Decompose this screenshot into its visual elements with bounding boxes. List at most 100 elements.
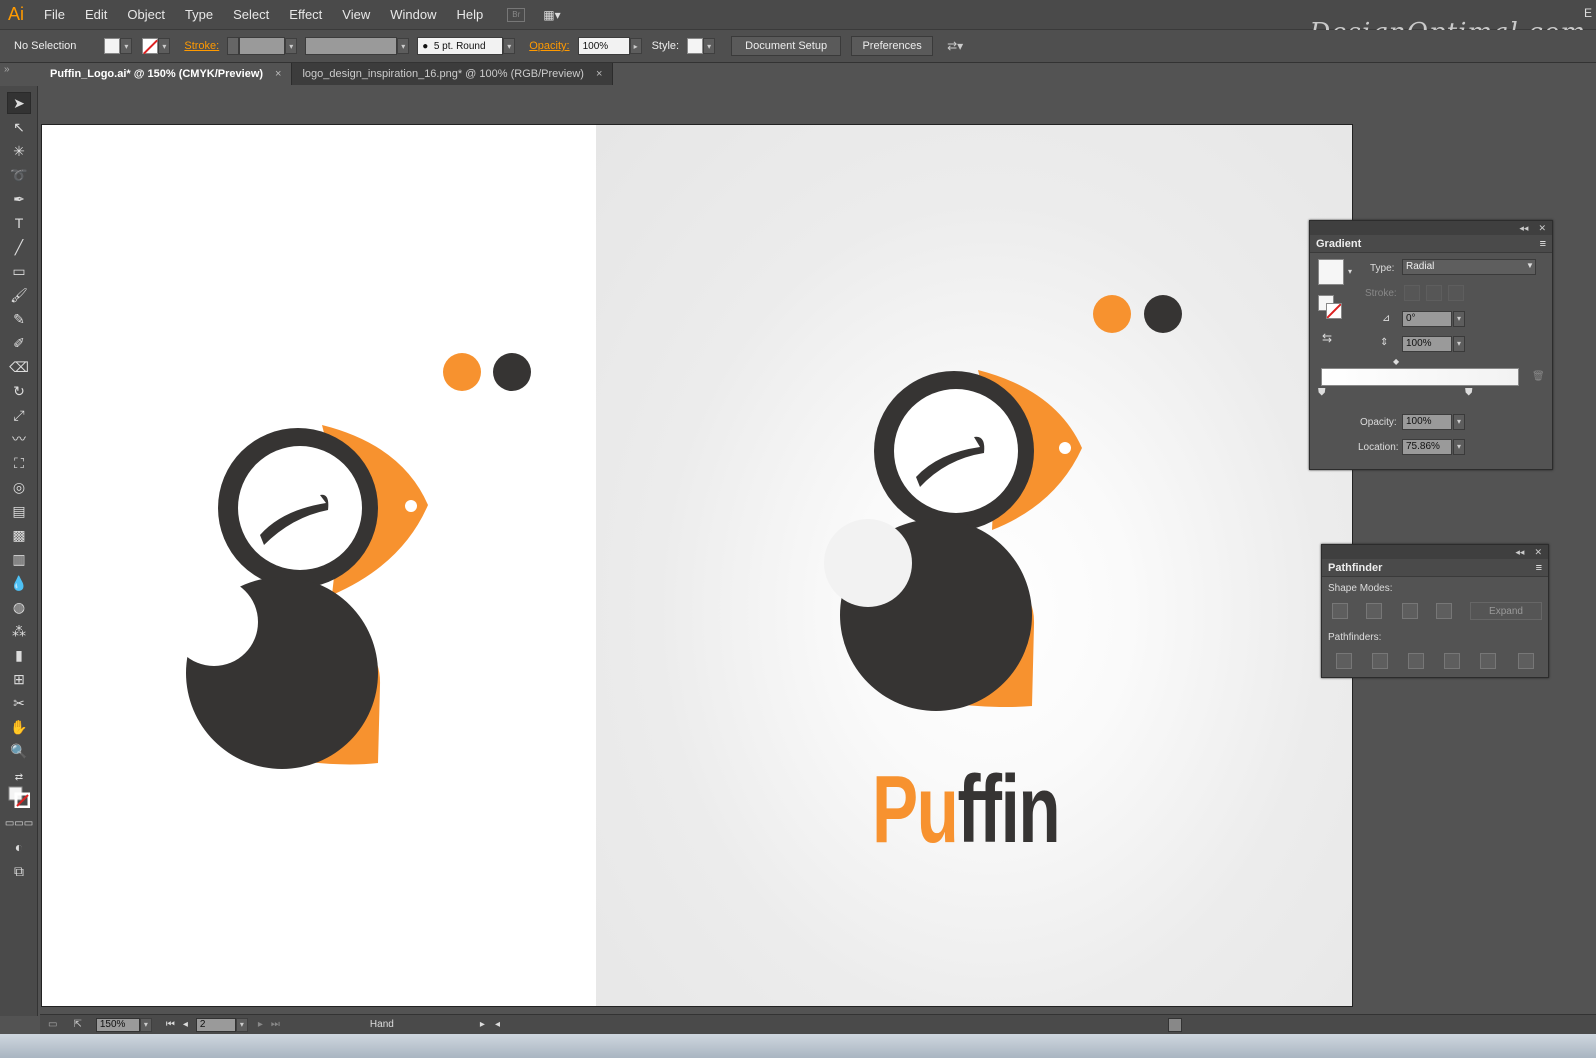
reverse-gradient-icon[interactable]: ⇆ — [1322, 331, 1332, 345]
zoom-field[interactable]: 150% — [95, 1017, 140, 1032]
tab-puffin-logo[interactable]: Puffin_Logo.ai* @ 150% (CMYK/Preview) × — [40, 63, 293, 85]
eyedropper-tool-icon[interactable]: 💧 — [7, 572, 31, 594]
mesh-tool-icon[interactable]: ▩ — [7, 524, 31, 546]
artboard-number-field[interactable]: 2 — [195, 1017, 236, 1032]
bridge-button[interactable]: Br — [507, 7, 526, 22]
close-icon[interactable]: ✕ — [1534, 547, 1542, 558]
menu-edit[interactable]: Edit — [75, 7, 117, 22]
gradient-tool-icon[interactable]: ▥ — [7, 548, 31, 570]
puffin-wordmark[interactable]: Puffin — [872, 755, 1061, 865]
blend-tool-icon[interactable]: ◍ — [7, 596, 31, 618]
gradient-slider[interactable] — [1321, 368, 1519, 386]
delete-stop-icon[interactable]: 🗑 — [1532, 371, 1545, 382]
selection-tool-icon[interactable]: ➤ — [7, 92, 31, 114]
opacity-field[interactable]: 100% — [1402, 414, 1452, 430]
trim-button[interactable] — [1372, 653, 1388, 669]
puffin-logo-right[interactable] — [596, 125, 1353, 1007]
merge-button[interactable] — [1408, 653, 1424, 669]
blob-brush-tool-icon[interactable]: ✐ — [7, 332, 31, 354]
minus-back-button[interactable] — [1518, 653, 1534, 669]
opacity-dropdown[interactable]: ▾ — [1453, 414, 1465, 430]
artboard-tool-icon[interactable]: ⊞ — [7, 668, 31, 690]
scroll-left-icon[interactable]: ◂ — [495, 1019, 500, 1030]
previous-artboard-icon[interactable]: ◂ — [183, 1019, 188, 1030]
outline-button[interactable] — [1480, 653, 1496, 669]
line-tool-icon[interactable]: ╱ — [7, 236, 31, 258]
menu-view[interactable]: View — [332, 7, 380, 22]
free-transform-tool-icon[interactable]: ⛶ — [7, 452, 31, 474]
location-field[interactable]: 75.86% — [1402, 439, 1452, 455]
type-tool-icon[interactable]: T — [7, 212, 31, 234]
document-setup-button[interactable]: Document Setup — [731, 36, 842, 56]
type-select[interactable]: Radial — [1402, 259, 1536, 275]
opacity-link[interactable]: Opacity: — [529, 40, 569, 52]
unite-button[interactable] — [1332, 603, 1348, 619]
scale-tool-icon[interactable]: ⤢ — [7, 404, 31, 426]
style-dropdown[interactable]: ▾ — [703, 38, 716, 54]
stroke-link[interactable]: Stroke: — [184, 40, 219, 52]
magic-wand-tool-icon[interactable]: ✳ — [7, 140, 31, 162]
stroke-across-button[interactable] — [1448, 285, 1464, 301]
menu-effect[interactable]: Effect — [279, 7, 332, 22]
brush-dropdown[interactable]: ▾ — [503, 38, 516, 54]
first-artboard-icon[interactable]: ⏮ — [166, 1019, 175, 1030]
gradient-panel-title[interactable]: Gradient — [1316, 238, 1361, 250]
last-artboard-icon[interactable]: ⏭ — [271, 1019, 280, 1030]
style-swatch[interactable] — [687, 38, 704, 54]
opacity-arrow[interactable]: ▸ — [629, 38, 642, 54]
symbol-sprayer-tool-icon[interactable]: ⁂ — [7, 620, 31, 642]
puffin-logo-left[interactable] — [42, 125, 596, 1007]
fill-stroke-icon[interactable] — [7, 786, 31, 808]
menu-select[interactable]: Select — [223, 7, 279, 22]
arrange-documents-icon[interactable]: ▦▾ — [543, 8, 560, 22]
divide-button[interactable] — [1336, 653, 1352, 669]
gradient-preview-swatch[interactable] — [1318, 259, 1344, 285]
stroke-box[interactable] — [1326, 303, 1342, 319]
angle-dropdown[interactable]: ▾ — [1453, 311, 1465, 327]
opacity-field[interactable]: 100% — [577, 37, 630, 55]
hand-tool-icon[interactable]: ✋ — [7, 716, 31, 738]
chevron-down-icon[interactable]: ▼ — [1526, 261, 1534, 270]
midpoint-diamond-icon[interactable]: ◆ — [1393, 357, 1399, 366]
draw-mode-icon[interactable]: ◐ — [7, 836, 31, 858]
brush-field[interactable]: ● 5 pt. Round — [417, 37, 504, 55]
warp-tool-icon[interactable]: 〰 — [7, 428, 31, 450]
aspect-ratio-field[interactable]: 100% — [1402, 336, 1452, 352]
stroke-weight-dropdown[interactable]: ▾ — [285, 38, 298, 54]
stroke-dropdown[interactable]: ▾ — [158, 38, 171, 54]
menu-file[interactable]: File — [34, 7, 75, 22]
close-icon[interactable]: × — [275, 68, 281, 80]
angle-field[interactable]: 0° — [1402, 311, 1452, 327]
paintbrush-tool-icon[interactable]: 🖌 — [7, 284, 31, 306]
panel-menu-icon[interactable]: ≡ — [1536, 562, 1542, 574]
variable-width-field[interactable] — [305, 37, 398, 55]
perspective-grid-tool-icon[interactable]: ▤ — [7, 500, 31, 522]
stroke-weight-stepper[interactable] — [227, 37, 240, 55]
color-stop-right[interactable]: ⛊ — [1465, 387, 1473, 398]
stroke-within-button[interactable] — [1404, 285, 1420, 301]
stroke-along-button[interactable] — [1426, 285, 1442, 301]
panel-menu-icon[interactable]: ≡ — [1540, 238, 1546, 250]
color-stop-left[interactable]: ⛊ — [1318, 387, 1326, 398]
menu-type[interactable]: Type — [175, 7, 223, 22]
aspect-ratio-dropdown[interactable]: ▾ — [1453, 336, 1465, 352]
exclude-button[interactable] — [1436, 603, 1452, 619]
menu-object[interactable]: Object — [117, 7, 175, 22]
shape-builder-tool-icon[interactable]: ◎ — [7, 476, 31, 498]
menu-window[interactable]: Window — [380, 7, 446, 22]
stroke-weight-field[interactable] — [239, 37, 286, 55]
collapse-icon[interactable]: ◂◂ — [1519, 223, 1528, 234]
screen-mode-icon[interactable]: ⧉ — [7, 860, 31, 882]
collapse-icon[interactable]: ◂◂ — [1515, 547, 1524, 558]
close-icon[interactable]: × — [596, 68, 602, 80]
expand-button[interactable]: Expand — [1470, 602, 1542, 620]
column-graph-tool-icon[interactable]: ▮ — [7, 644, 31, 666]
location-dropdown[interactable]: ▾ — [1453, 439, 1465, 455]
slice-tool-icon[interactable]: ✂ — [7, 692, 31, 714]
rectangle-tool-icon[interactable]: ▭ — [7, 260, 31, 282]
menu-help[interactable]: Help — [447, 7, 494, 22]
fill-swatch[interactable] — [104, 38, 121, 54]
swap-colors-icon[interactable]: ⇄ — [7, 766, 31, 788]
pencil-tool-icon[interactable]: ✎ — [7, 308, 31, 330]
close-icon[interactable]: ✕ — [1538, 223, 1546, 234]
